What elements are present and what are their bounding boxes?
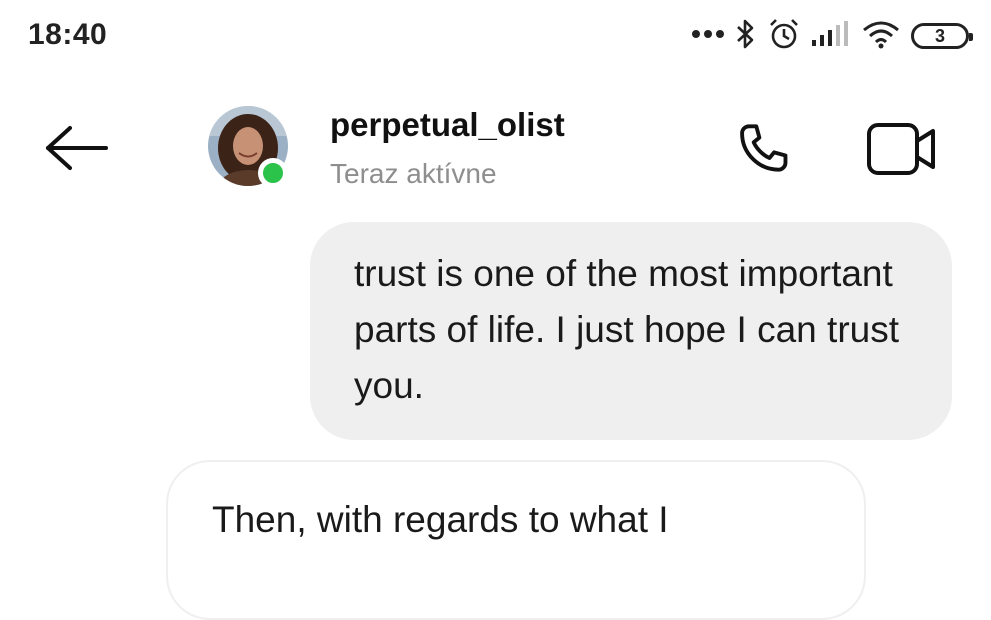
video-call-button[interactable] <box>862 114 942 184</box>
phone-icon <box>740 124 788 172</box>
arrow-left-icon <box>46 126 108 170</box>
battery-nub <box>969 33 973 41</box>
contact-status: Teraz aktívne <box>330 158 497 189</box>
status-icons: 3 <box>691 16 973 56</box>
more-dots-icon <box>691 27 725 45</box>
alarm-icon <box>767 17 801 56</box>
call-button[interactable] <box>728 114 798 184</box>
message-bubble-incoming[interactable]: Then, with regards to what I <box>166 460 866 620</box>
signal-icon <box>811 20 851 53</box>
chat-header: perpetual_olist Teraz aktívne <box>0 88 991 208</box>
back-button[interactable] <box>42 118 112 178</box>
online-indicator <box>258 158 288 188</box>
wifi-icon <box>861 19 901 54</box>
contact-name[interactable]: perpetual_olist <box>330 106 565 144</box>
status-bar: 18:40 3 <box>0 0 991 72</box>
video-camera-icon <box>867 123 935 175</box>
status-time: 18:40 <box>28 18 108 51</box>
battery-icon: 3 <box>911 23 973 49</box>
message-bubble-outgoing[interactable]: trust is one of the most important parts… <box>310 222 952 440</box>
bluetooth-icon <box>735 18 757 55</box>
battery-level: 3 <box>934 25 945 46</box>
